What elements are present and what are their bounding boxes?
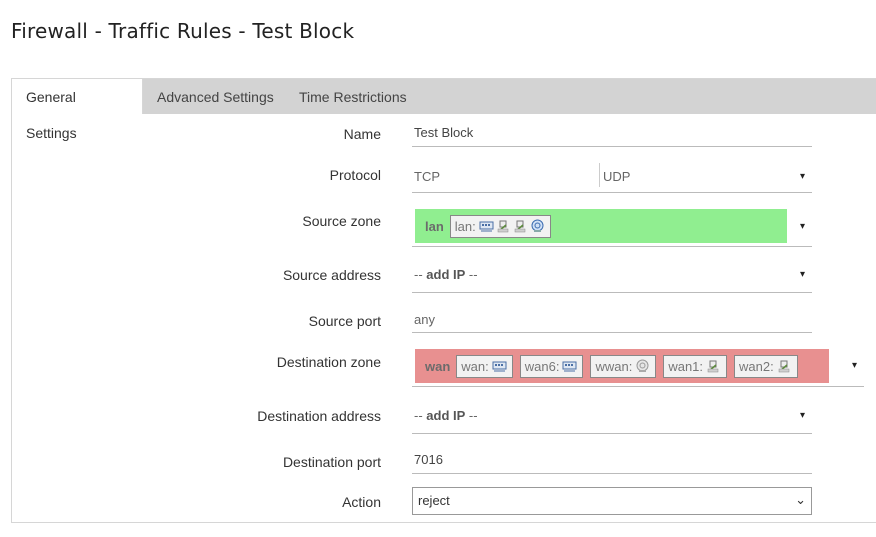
destination-address-suffix: -- <box>465 408 478 423</box>
destination-address-placeholder: -- add IP -- <box>414 408 478 423</box>
settings-panel: General Settings Advanced Settings Time … <box>11 78 876 523</box>
network-chip-wwan: wwan: <box>590 354 657 378</box>
destination-port-input[interactable]: 7016 <box>412 452 812 474</box>
network-label-wan: wan: <box>461 358 489 374</box>
network-chip-lan: lan: <box>449 214 551 238</box>
source-address-prefix: -- <box>414 267 427 282</box>
action-select[interactable]: reject ⌄ <box>412 487 812 515</box>
network-label-lan: lan: <box>454 218 476 234</box>
network-label-wan2: wan2: <box>739 358 774 374</box>
chevron-down-icon: ⌄ <box>795 492 806 507</box>
wifi-icon <box>531 219 544 232</box>
tab-advanced-settings[interactable]: Advanced Settings <box>143 79 288 114</box>
wifi-disabled-icon <box>636 359 649 372</box>
destination-zone-name: wan <box>425 358 451 374</box>
chevron-down-icon: ▾ <box>799 221 805 232</box>
source-address-value: add IP <box>426 267 466 282</box>
switch-icon <box>492 361 507 372</box>
source-zone-name: lan <box>425 218 444 234</box>
protocol-label: Protocol <box>329 167 381 183</box>
name-value: Test Block <box>414 125 474 140</box>
chevron-down-icon: ▾ <box>799 269 805 280</box>
network-label-wan6: wan6: <box>524 358 560 374</box>
page-title: Firewall - Traffic Rules - Test Block <box>11 19 355 43</box>
network-label-wan1: wan1: <box>668 358 704 374</box>
protocol-select[interactable]: TCP UDP ▾ <box>412 163 812 193</box>
destination-address-select[interactable]: -- add IP -- ▾ <box>412 408 812 434</box>
protocol-tcp: TCP <box>414 169 440 184</box>
protocol-separator <box>599 163 600 187</box>
ethernet-port-icon <box>707 360 719 373</box>
protocol-udp: UDP <box>603 169 631 184</box>
name-label: Name <box>343 126 381 142</box>
destination-address-value: add IP <box>426 408 466 423</box>
destination-zone-wan: wan wan: wan6: wwan: wan1: wan2: <box>415 349 829 383</box>
source-zone-label: Source zone <box>302 213 381 229</box>
name-input[interactable]: Test Block <box>412 125 812 147</box>
tab-general-settings[interactable]: General Settings <box>12 79 143 141</box>
chevron-down-icon: ▾ <box>851 360 857 371</box>
ethernet-port-icon <box>778 360 789 373</box>
source-zone-select[interactable]: lan lan: ▾ <box>412 207 812 247</box>
destination-zone-select[interactable]: wan wan: wan6: wwan: wan1: wan2: ▾ <box>412 347 864 387</box>
chevron-down-icon: ▾ <box>799 410 805 421</box>
network-chip-wan2: wan2: <box>734 354 798 378</box>
network-chip-wan: wan: <box>456 354 513 378</box>
action-value: reject <box>418 493 450 508</box>
tab-time-restrictions[interactable]: Time Restrictions <box>285 79 421 114</box>
tab-bar: General Settings Advanced Settings Time … <box>12 79 876 141</box>
source-address-select[interactable]: -- add IP -- ▾ <box>412 267 812 293</box>
source-port-value: any <box>414 312 435 327</box>
source-zone-lan: lan lan: <box>415 209 787 243</box>
ethernet-port-icon <box>497 220 509 233</box>
network-chip-wan6: wan6: <box>519 354 584 378</box>
action-label: Action <box>342 494 381 510</box>
destination-address-label: Destination address <box>257 408 381 424</box>
switch-icon <box>562 361 577 372</box>
destination-address-prefix: -- <box>414 408 427 423</box>
source-address-placeholder: -- add IP -- <box>414 267 478 282</box>
switch-icon <box>479 221 494 232</box>
source-address-suffix: -- <box>465 267 478 282</box>
chevron-down-icon: ▾ <box>799 171 805 182</box>
destination-port-value: 7016 <box>414 452 443 467</box>
destination-port-label: Destination port <box>282 454 381 470</box>
source-address-label: Source address <box>282 267 381 283</box>
source-port-label: Source port <box>308 313 381 329</box>
destination-zone-label: Destination zone <box>276 354 381 370</box>
source-port-input[interactable]: any <box>412 312 812 333</box>
network-label-wwan: wwan: <box>595 358 633 374</box>
ethernet-port-icon <box>514 220 526 233</box>
network-chip-wan1: wan1: <box>663 354 728 378</box>
